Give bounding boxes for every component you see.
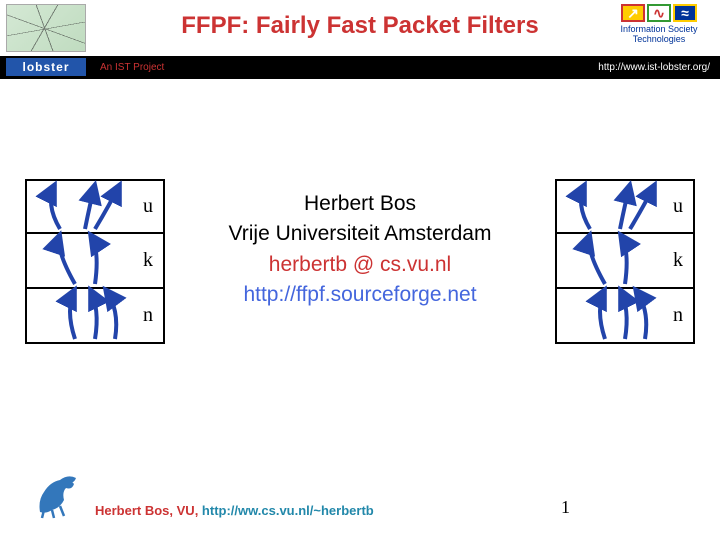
ist-label: Information Society Technologies: [604, 24, 714, 44]
diagram-row-u: u: [25, 179, 165, 234]
project-homepage: http://ffpf.sourceforge.net: [175, 280, 545, 310]
diagram-row-u: u: [555, 179, 695, 234]
diagram-row-k: k: [25, 234, 165, 289]
griffin-icon: [30, 470, 80, 520]
author-email: herbertb @ cs.vu.nl: [175, 250, 545, 280]
diagram-left: u k n: [25, 179, 165, 344]
footer: Herbert Bos, VU, http://ww.cs.vu.nl/~her…: [0, 470, 720, 540]
header: FFPF: Fairly Fast Packet Filters ↗ ∿ ≈ I…: [0, 0, 720, 56]
author-block: Herbert Bos Vrije Universiteit Amsterdam…: [175, 189, 545, 311]
ist-icon-approx: ≈: [673, 4, 697, 22]
footer-text: Herbert Bos, VU, http://ww.cs.vu.nl/~her…: [95, 503, 374, 518]
black-bar: lobster An IST Project http://www.ist-lo…: [0, 56, 720, 79]
lobster-logo: lobster: [6, 58, 86, 76]
author-affiliation: Vrije Universiteit Amsterdam: [175, 219, 545, 249]
ist-logo: ↗ ∿ ≈ Information Society Technologies: [604, 4, 714, 52]
ist-icon-wave: ∿: [647, 4, 671, 22]
diagram-row-k: k: [555, 234, 695, 289]
footer-url: http://ww.cs.vu.nl/~herbertb: [202, 503, 374, 518]
diagram-right: u k n: [555, 179, 695, 344]
diagram-row-n: n: [25, 289, 165, 344]
ist-icon-arrow: ↗: [621, 4, 645, 22]
content-area: u k n u k n Herb: [0, 79, 720, 459]
project-url: http://www.ist-lobster.org/: [598, 62, 710, 73]
project-label: An IST Project: [100, 62, 164, 73]
author-name: Herbert Bos: [175, 189, 545, 219]
diagram-row-n: n: [555, 289, 695, 344]
page-number: 1: [561, 497, 570, 518]
footer-author: Herbert Bos, VU,: [95, 503, 202, 518]
